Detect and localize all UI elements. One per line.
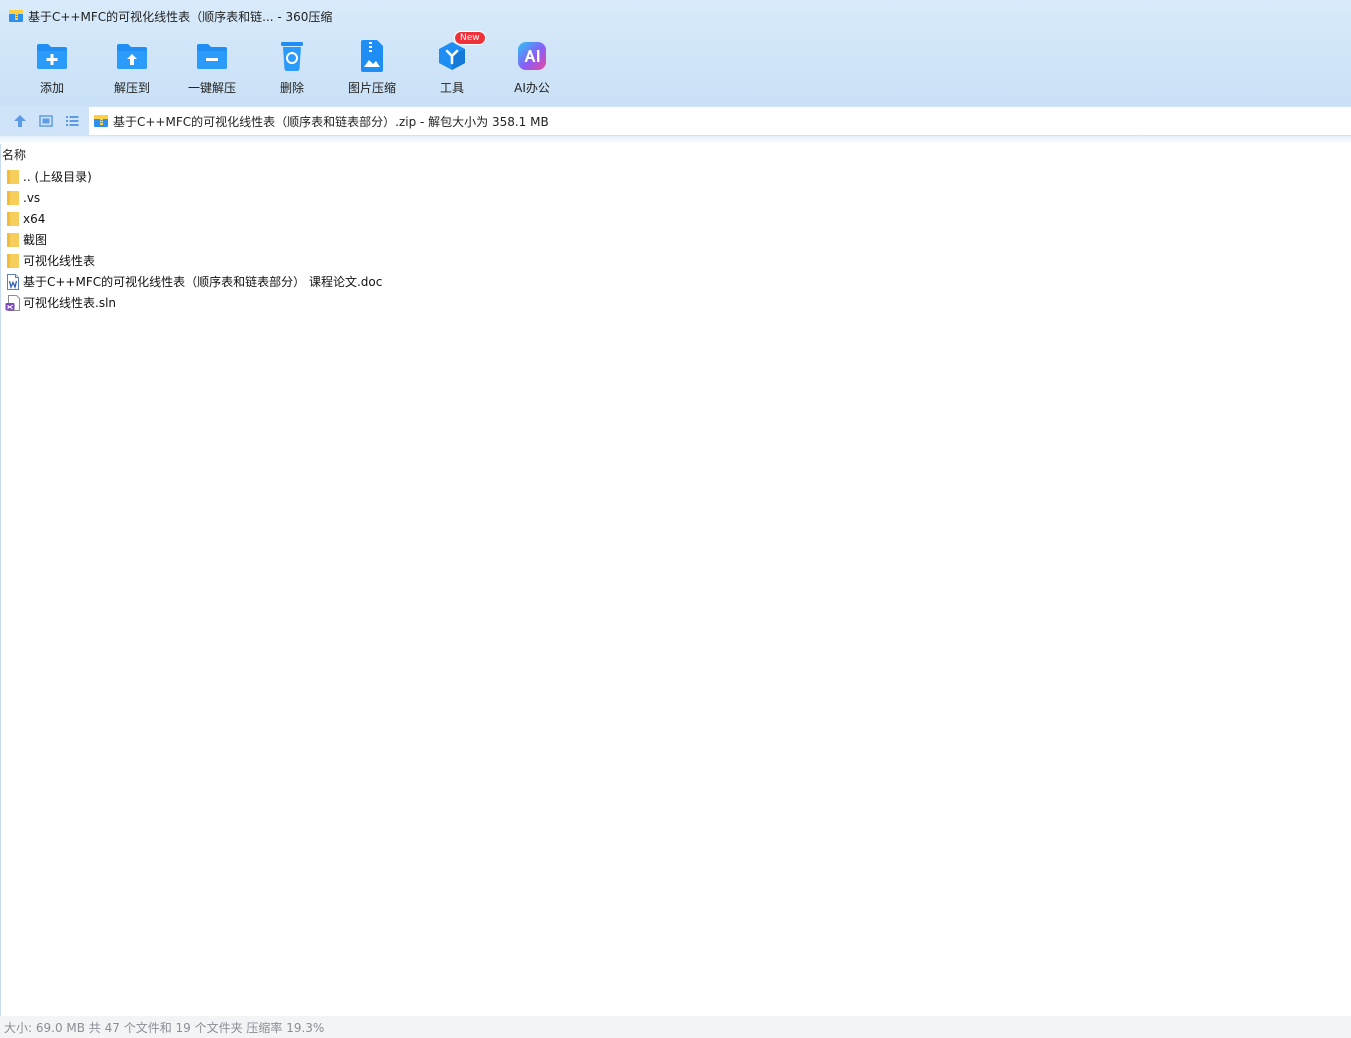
folder-icon <box>5 211 21 227</box>
add-label: 添加 <box>39 81 64 95</box>
delete-label: 删除 <box>279 81 304 95</box>
header-divider <box>0 136 1351 144</box>
one-click-extract-button[interactable]: 一键解压 <box>172 34 252 102</box>
list-item-sln[interactable]: 可视化线性表.sln <box>1 292 1351 313</box>
status-text: 大小: 69.0 MB 共 47 个文件和 19 个文件夹 压缩率 19.3% <box>4 1020 325 1035</box>
list-item-screenshots[interactable]: 截图 <box>1 229 1351 250</box>
column-header-name[interactable]: 名称 <box>1 144 1351 166</box>
image-compress-icon <box>354 38 390 74</box>
list-item-vs[interactable]: .vs <box>1 187 1351 208</box>
list-item-parent-dir[interactable]: .. (上级目录) <box>1 166 1351 187</box>
title-bar: 基于C++MFC的可视化线性表（顺序表和链... - 360压缩 <box>0 0 1351 32</box>
delete-button[interactable]: 删除 <box>252 34 332 102</box>
thumbnail-view-icon <box>39 115 53 127</box>
folder-icon <box>5 169 21 185</box>
address-bar[interactable]: 基于C++MFC的可视化线性表（顺序表和链表部分）.zip - 解包大小为 35… <box>89 107 1351 135</box>
list-item-doc[interactable]: 基于C++MFC的可视化线性表（顺序表和链表部分） 课程论文.doc <box>1 271 1351 292</box>
status-bar: 大小: 69.0 MB 共 47 个文件和 19 个文件夹 压缩率 19.3% <box>0 1016 1351 1038</box>
up-arrow-icon <box>14 115 26 127</box>
thumbnail-view-button[interactable] <box>33 107 59 135</box>
window-title: 基于C++MFC的可视化线性表（顺序表和链... - 360压缩 <box>28 9 333 24</box>
header-area: 基于C++MFC的可视化线性表（顺序表和链... - 360压缩 添加 解压到 … <box>0 0 1351 106</box>
list-item-project-folder[interactable]: 可视化线性表 <box>1 250 1351 271</box>
new-badge: New <box>454 31 486 45</box>
address-text: 基于C++MFC的可视化线性表（顺序表和链表部分）.zip - 解包大小为 35… <box>113 114 549 129</box>
one-click-extract-label: 一键解压 <box>187 81 236 95</box>
folder-icon <box>5 190 21 206</box>
list-item-x64[interactable]: x64 <box>1 208 1351 229</box>
ai-office-label: AI办公 <box>514 81 550 95</box>
main-toolbar: 添加 解压到 一键解压 删除 图片压缩 New 工具 AI办公 <box>12 31 572 102</box>
add-button[interactable]: 添加 <box>12 34 92 102</box>
delete-icon <box>274 38 310 74</box>
list-item-label: .vs <box>23 190 41 205</box>
extract-to-icon <box>114 38 150 74</box>
list-item-label: 可视化线性表 <box>23 254 96 268</box>
extract-to-button[interactable]: 解压到 <box>92 34 172 102</box>
ai-office-icon <box>514 38 550 74</box>
list-item-label: 基于C++MFC的可视化线性表（顺序表和链表部分） 课程论文.doc <box>23 275 383 289</box>
one-click-extract-icon <box>194 38 230 74</box>
app-window: 基于C++MFC的可视化线性表（顺序表和链... - 360压缩 添加 解压到 … <box>0 0 1351 1038</box>
tools-label: 工具 <box>439 81 464 95</box>
extract-to-label: 解压到 <box>113 81 150 95</box>
image-compress-label: 图片压缩 <box>347 81 396 95</box>
ai-office-button[interactable]: AI办公 <box>492 34 572 102</box>
folder-icon <box>5 232 21 248</box>
add-folder-icon <box>34 38 70 74</box>
archive-app-icon <box>9 10 23 22</box>
list-item-label: 截图 <box>23 233 48 247</box>
file-list: 名称 .. (上级目录) .vs x64 截图 可视化线性表 基于C++MFC的… <box>0 144 1351 1016</box>
folder-icon <box>5 253 21 269</box>
visual-studio-solution-icon <box>5 294 21 311</box>
list-item-label: .. (上级目录) <box>23 170 92 184</box>
word-doc-icon <box>5 273 21 290</box>
list-view-button[interactable] <box>59 107 85 135</box>
zip-archive-icon <box>94 115 108 127</box>
list-view-icon <box>66 116 79 126</box>
address-row: 基于C++MFC的可视化线性表（顺序表和链表部分）.zip - 解包大小为 35… <box>0 106 1351 136</box>
list-item-label: x64 <box>23 211 46 226</box>
up-level-button[interactable] <box>7 107 33 135</box>
tools-button[interactable]: New 工具 <box>412 31 492 102</box>
image-compress-button[interactable]: 图片压缩 <box>332 34 412 102</box>
list-item-label: 可视化线性表.sln <box>23 296 117 310</box>
